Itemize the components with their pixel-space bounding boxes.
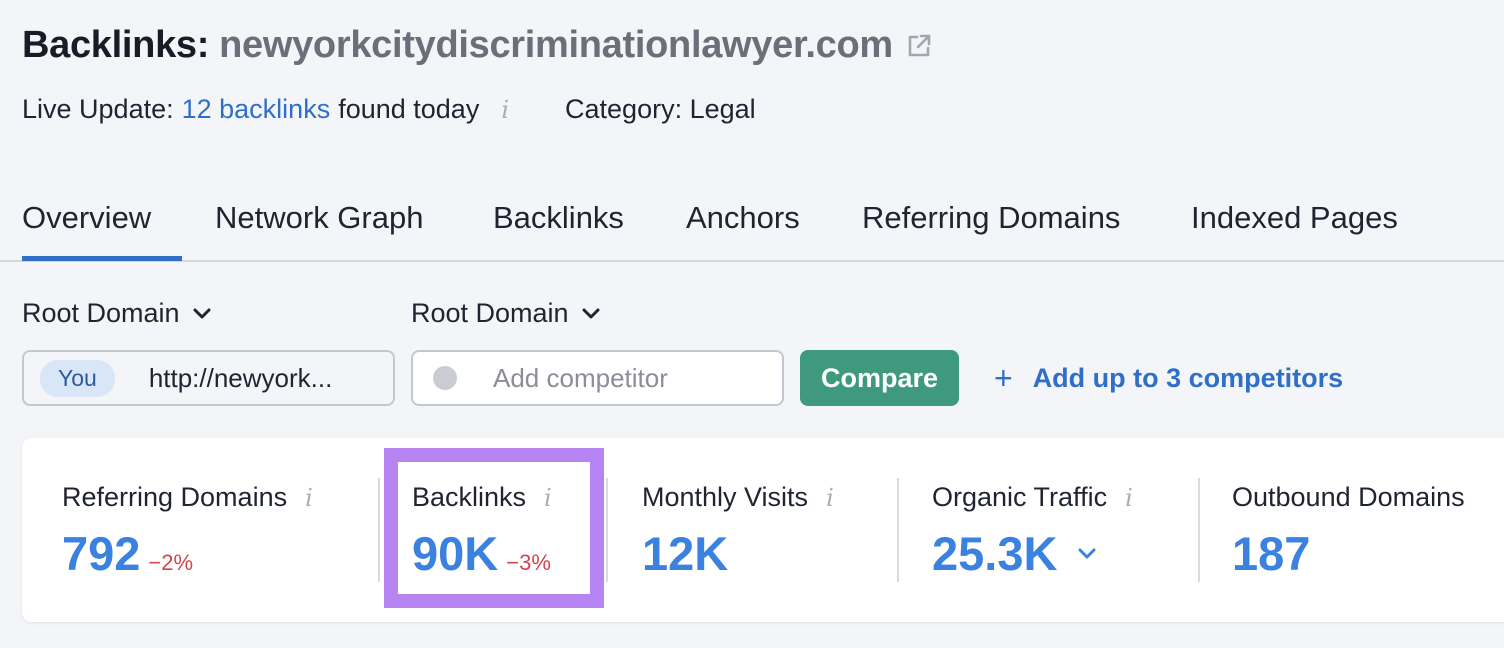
metric-label: Outbound Domains (1232, 482, 1465, 512)
live-update-suffix: found today (338, 94, 480, 124)
chevron-down-icon[interactable] (1077, 547, 1097, 561)
metric-change: −2% (148, 550, 194, 575)
metric-value[interactable]: 12K (642, 526, 728, 581)
tab-anchors[interactable]: Anchors (686, 200, 800, 236)
you-badge: You (40, 359, 115, 397)
metric-divider (897, 478, 899, 582)
info-icon[interactable]: i (305, 484, 313, 512)
tab-bar: Overview Network Graph Backlinks Anchors… (0, 190, 1504, 262)
chevron-down-icon (582, 308, 600, 318)
tab-overview[interactable]: Overview (22, 200, 151, 236)
metrics-card: Referring Domains i 792 −2% Backlinks i … (22, 438, 1504, 622)
active-tab-indicator (22, 256, 182, 261)
root-domain-dropdown-you[interactable]: Root Domain (22, 298, 212, 329)
add-competitors-link[interactable]: + Add up to 3 competitors (994, 360, 1343, 397)
external-link-icon[interactable] (905, 32, 933, 60)
info-icon[interactable]: i (501, 96, 509, 124)
tab-network-graph[interactable]: Network Graph (215, 200, 423, 236)
tab-indexed-pages[interactable]: Indexed Pages (1191, 200, 1398, 236)
metric-divider (606, 478, 608, 582)
competitor-input[interactable] (493, 362, 773, 394)
tab-referring-domains[interactable]: Referring Domains (862, 200, 1120, 236)
metric-value[interactable]: 25.3K (932, 526, 1057, 581)
your-domain-field[interactable]: You http://newyork... (22, 350, 395, 406)
compare-button[interactable]: Compare (800, 350, 959, 406)
page-domain: newyorkcitydiscriminationlawyer.com (219, 24, 893, 66)
metric-label: Monthly Visits (642, 482, 809, 512)
metric-value[interactable]: 792 (62, 526, 140, 581)
add-competitors-label: Add up to 3 competitors (1032, 363, 1344, 393)
root-domain-dropdown-competitor[interactable]: Root Domain (411, 298, 601, 329)
root-domain-label: Root Domain (22, 298, 180, 328)
live-update-link[interactable]: 12 backlinks (182, 94, 331, 125)
live-update-prefix: Live Update: (22, 94, 174, 124)
your-domain-url: http://newyork... (148, 362, 333, 393)
chevron-down-icon (193, 308, 211, 318)
root-domain-label: Root Domain (411, 298, 569, 328)
competitor-color-dot (433, 366, 457, 390)
meta-row: Live Update: 12 backlinks found today i … (22, 94, 756, 125)
competitor-field[interactable] (411, 350, 784, 406)
metric-label: Referring Domains (62, 482, 288, 512)
page-title: Backlinks: (22, 24, 210, 66)
category-label: Category: Legal (565, 94, 756, 124)
info-icon[interactable]: i (826, 484, 834, 512)
metric-divider (1198, 478, 1200, 582)
plus-icon: + (994, 360, 1013, 396)
highlight-box (384, 448, 604, 608)
info-icon[interactable]: i (1125, 484, 1133, 512)
metric-label: Organic Traffic (932, 482, 1108, 512)
page-header: Backlinks: newyorkcitydiscriminationlawy… (22, 24, 933, 67)
metric-value[interactable]: 187 (1232, 526, 1310, 581)
tab-backlinks[interactable]: Backlinks (493, 200, 624, 236)
metric-divider (378, 478, 380, 582)
